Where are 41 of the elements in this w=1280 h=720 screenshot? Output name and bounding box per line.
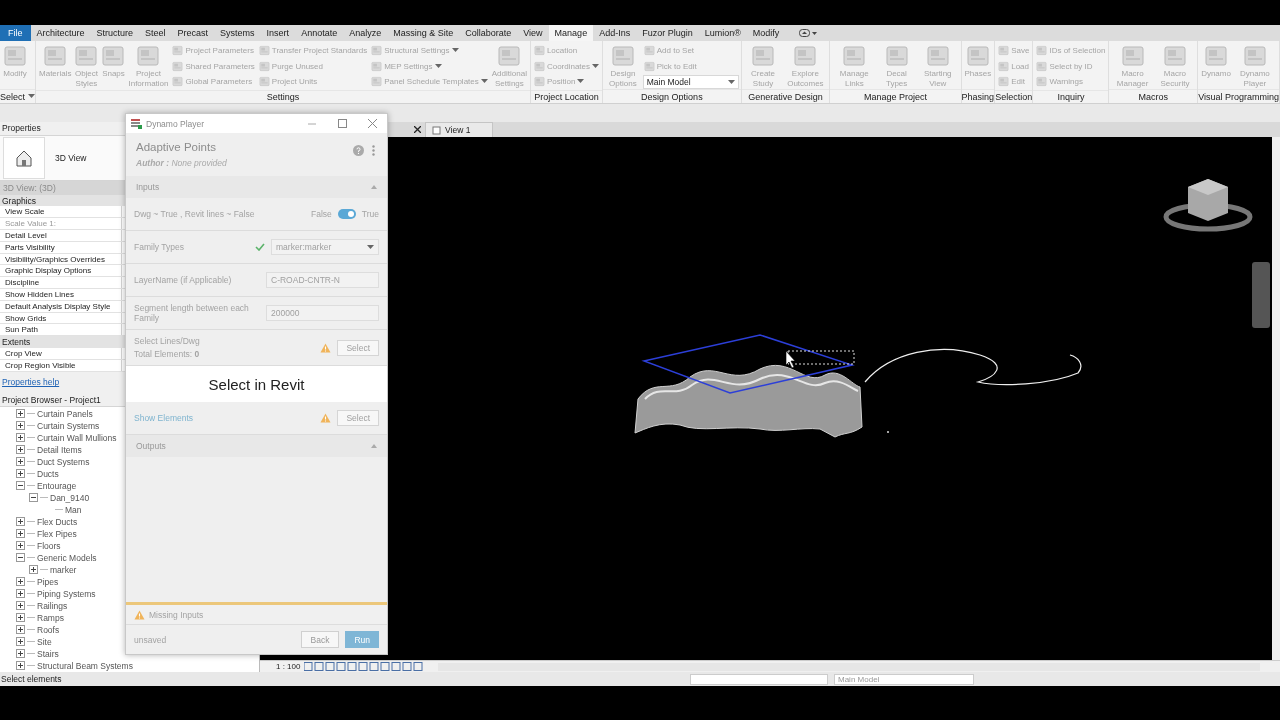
graph-title: Adaptive Points <box>136 141 216 153</box>
section-title: Outputs <box>136 441 166 451</box>
status-message: Missing Inputs <box>149 609 204 620</box>
panel-title: Project Location <box>534 91 599 102</box>
type-name: 3D View <box>55 152 87 163</box>
input-label: Select Lines/Dwg <box>134 336 201 346</box>
status-prompt: Select elements <box>1 674 62 684</box>
section-title: Inputs <box>136 182 160 192</box>
input-label: Family Types <box>134 242 185 252</box>
property-name: Graphic Display Options <box>0 265 122 277</box>
property-name: Default Analysis Display Style <box>0 300 122 312</box>
property-name: Scale Value 1: <box>0 218 122 230</box>
element-count: Total Elements: 0 <box>134 349 201 359</box>
property-name: Visibility/Graphics Overrides <box>0 253 122 265</box>
panel-title: Settings <box>266 91 300 102</box>
author-text: Author : None provided <box>136 158 228 168</box>
property-name: Discipline <box>0 277 122 289</box>
panel-title: Generative Design <box>748 91 823 102</box>
property-name: Show Hidden Lines <box>0 289 122 300</box>
property-name: Show Grids <box>0 312 122 324</box>
toggle-label: False <box>311 209 332 219</box>
property-name: Parts Visibility <box>0 241 122 253</box>
property-name: Detail Level <box>0 230 122 241</box>
input-label: Dwg ~ True , Revit lines ~ False <box>134 209 256 219</box>
panel-title: Select <box>0 91 25 102</box>
panel-title: Selection <box>995 91 1033 102</box>
property-name: Crop View <box>0 348 122 359</box>
toggle-label: True <box>361 209 379 219</box>
panel-title: Phasing <box>961 91 995 102</box>
panel-title: Visual Programming <box>1198 91 1279 102</box>
panel-title: Inquiry <box>1057 91 1085 102</box>
select-in-revit-banner: Select in Revit <box>126 366 387 402</box>
file-state: unsaved <box>134 634 167 645</box>
property-name: Crop Region Visible <box>0 359 122 371</box>
panel-title: Manage Project <box>863 91 927 102</box>
property-name: View Scale <box>0 206 122 218</box>
panel-title: Design Options <box>641 91 703 102</box>
input-label: Segment length between each Family <box>134 303 250 323</box>
input-label: LayerName (if Applicable) <box>134 275 233 285</box>
property-name: Sun Path <box>0 324 122 336</box>
panel-title: Macros <box>1138 91 1169 102</box>
